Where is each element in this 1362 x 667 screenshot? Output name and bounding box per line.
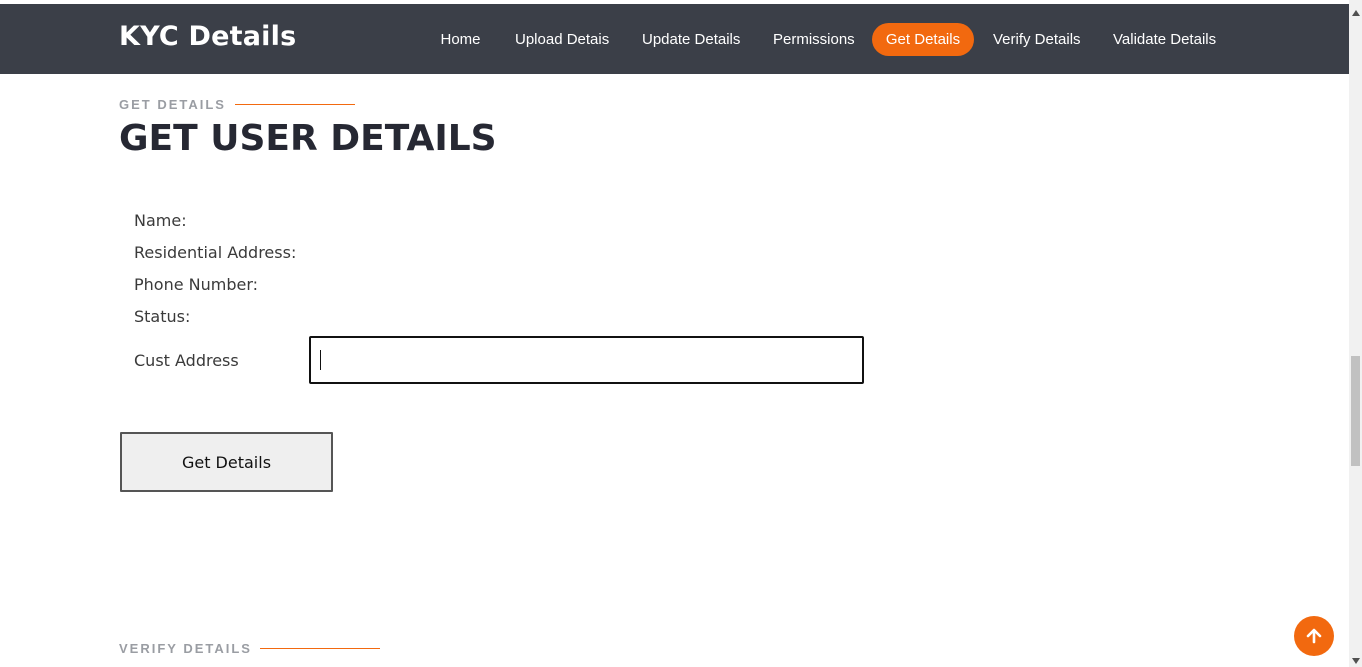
name-label: Name: bbox=[134, 211, 187, 230]
nav-home[interactable]: Home bbox=[440, 23, 481, 56]
back-to-top-button[interactable] bbox=[1294, 616, 1334, 656]
scrollbar-thumb[interactable] bbox=[1351, 356, 1360, 466]
next-section-subtitle-underline bbox=[260, 648, 380, 649]
section-subtitle: GET DETAILS bbox=[119, 97, 226, 112]
get-details-button[interactable]: Get Details bbox=[120, 432, 333, 492]
vertical-scrollbar[interactable] bbox=[1349, 0, 1362, 667]
nav-upload-details[interactable]: Upload Detais bbox=[515, 23, 609, 56]
section-subtitle-underline bbox=[235, 104, 355, 105]
cust-address-input[interactable] bbox=[309, 336, 864, 384]
triangle-up-icon[interactable] bbox=[1351, 8, 1360, 17]
nav-update-details[interactable]: Update Details bbox=[642, 23, 740, 56]
text-cursor bbox=[320, 350, 321, 370]
page-title: GET USER DETAILS bbox=[119, 118, 497, 159]
arrow-up-icon bbox=[1306, 628, 1322, 644]
cust-address-label: Cust Address bbox=[134, 351, 239, 370]
next-section-subtitle: VERIFY DETAILS bbox=[119, 641, 252, 656]
triangle-down-icon[interactable] bbox=[1351, 656, 1360, 665]
status-label: Status: bbox=[134, 307, 191, 326]
residential-address-label: Residential Address: bbox=[134, 243, 297, 262]
nav-get-details[interactable]: Get Details bbox=[872, 23, 974, 56]
navbar: KYC Details Home Upload Detais Update De… bbox=[0, 4, 1349, 74]
phone-number-label: Phone Number: bbox=[134, 275, 259, 294]
nav-validate-details[interactable]: Validate Details bbox=[1113, 23, 1216, 56]
nav-permissions[interactable]: Permissions bbox=[773, 23, 855, 56]
nav-verify-details[interactable]: Verify Details bbox=[993, 23, 1081, 56]
brand-logo[interactable]: KYC Details bbox=[119, 21, 296, 52]
